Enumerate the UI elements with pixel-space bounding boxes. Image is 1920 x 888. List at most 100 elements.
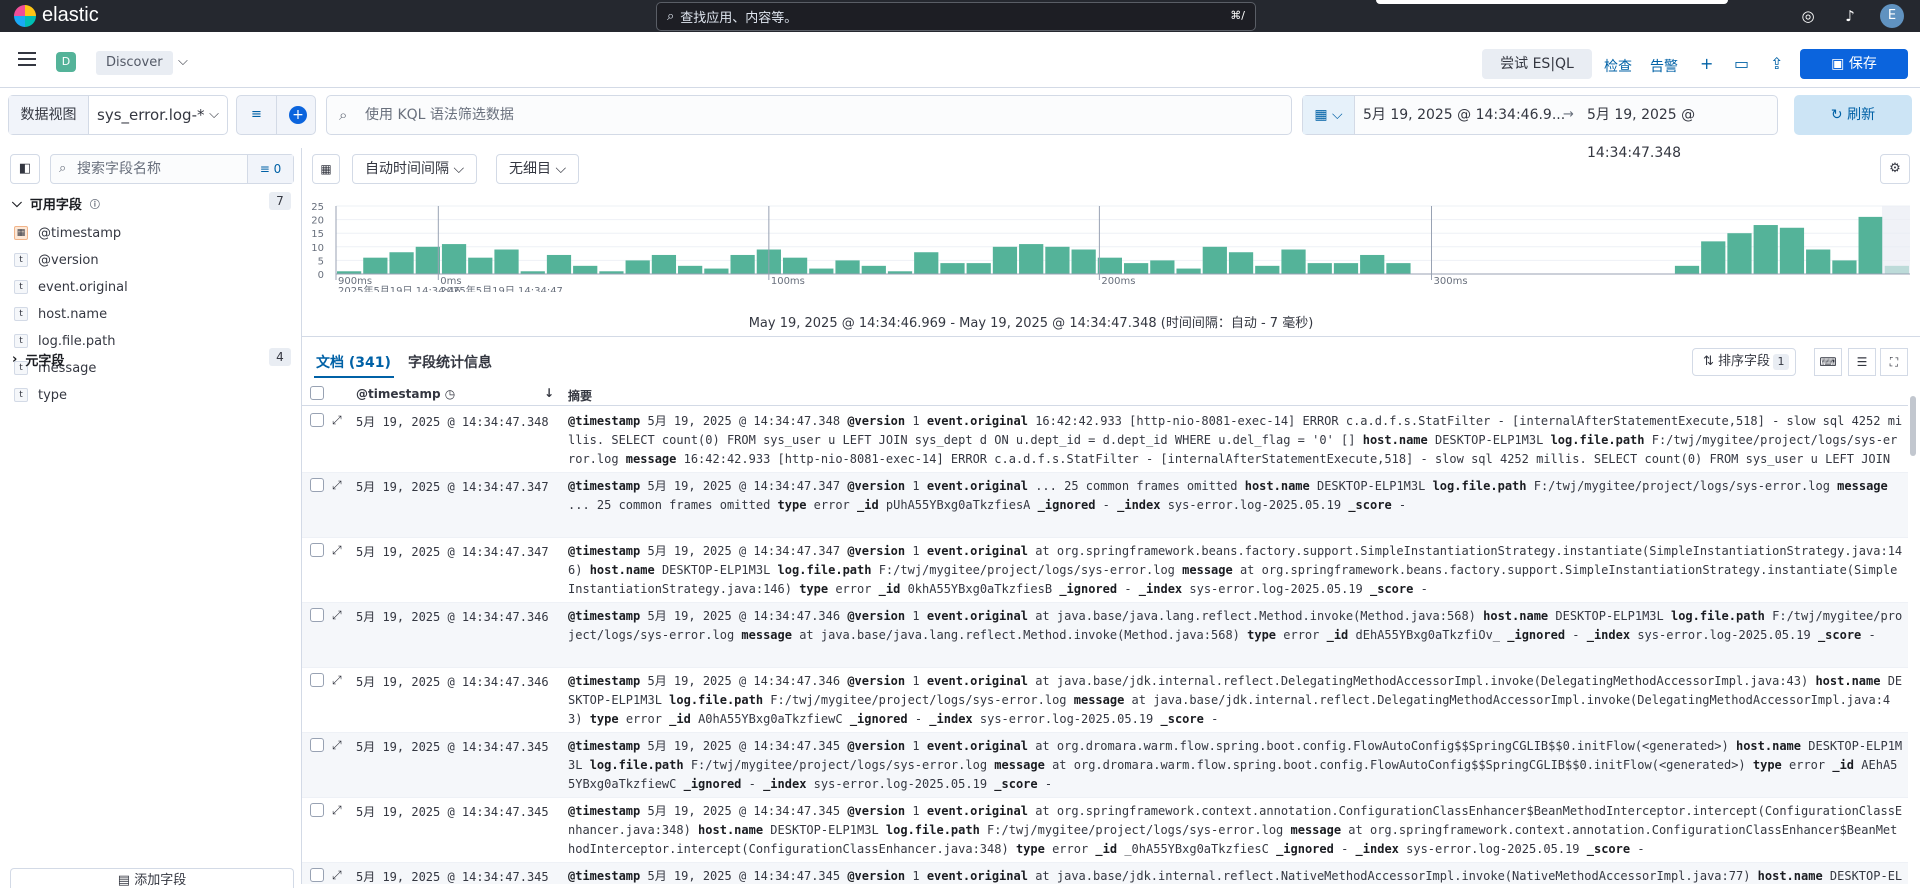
histogram-bar[interactable] (940, 263, 965, 274)
expand-row-icon[interactable]: ⤢ (332, 803, 342, 818)
kql-input[interactable] (365, 96, 1265, 134)
histogram-bar[interactable] (651, 254, 677, 274)
histogram-bar[interactable] (1019, 244, 1044, 274)
add-filter-icon[interactable]: + (289, 106, 307, 124)
calendar-icon[interactable]: ▦ ⌵ (1303, 96, 1355, 134)
histogram-bar[interactable] (1333, 263, 1359, 274)
row-checkbox[interactable] (310, 868, 324, 882)
breakdown-select[interactable]: 无细目 ⌵ (496, 154, 580, 184)
histogram-bar[interactable] (1307, 263, 1332, 274)
add-field-button[interactable]: ▤ 添加字段 (10, 868, 294, 888)
expand-row-icon[interactable]: ⤢ (332, 478, 342, 493)
space-avatar[interactable]: D (56, 52, 76, 72)
row-checkbox[interactable] (310, 803, 324, 817)
histogram-bar[interactable] (1045, 246, 1070, 274)
expand-row-icon[interactable]: ⤢ (332, 868, 342, 883)
field-item[interactable]: ▦ @timestamp (14, 222, 121, 244)
display-settings-icon[interactable]: ☰ (1848, 348, 1876, 376)
new-icon[interactable]: + (1700, 54, 1713, 73)
tab-field-statistics[interactable]: 字段统计信息 (408, 352, 492, 372)
table-row[interactable]: ⤢ 5月 19, 2025 @ 14:34:47.345 @timestamp 5月… (302, 733, 1908, 798)
refresh-button[interactable]: ↻ 刷新 (1794, 95, 1912, 135)
share-icon[interactable]: ⇪ (1770, 54, 1783, 73)
histogram-bar[interactable] (1753, 225, 1778, 274)
histogram-bar[interactable] (1832, 260, 1857, 274)
field-item[interactable]: t type (14, 384, 67, 406)
row-checkbox[interactable] (310, 608, 324, 622)
histogram-bar[interactable] (861, 265, 886, 274)
elastic-logo[interactable]: elastic (14, 4, 99, 27)
histogram-bar[interactable] (1360, 254, 1385, 274)
tab-documents[interactable]: 文档 (341) (316, 352, 391, 372)
interval-select[interactable]: 自动时间间隔 ⌵ (352, 154, 478, 184)
select-all-checkbox[interactable] (310, 386, 324, 400)
row-checkbox[interactable] (310, 673, 324, 687)
expand-row-icon[interactable]: ⤢ (332, 413, 342, 428)
date-range-picker[interactable]: ▦ ⌵ 5月 19, 2025 @ 14:34:46.9... → 5月 19,… (1302, 95, 1778, 161)
save-button[interactable]: ▣ 保存 (1800, 49, 1908, 79)
histogram-bar[interactable] (1255, 265, 1280, 274)
histogram-bar[interactable] (1386, 263, 1411, 274)
grid-scrollbar[interactable] (1910, 396, 1916, 456)
user-avatar[interactable]: E (1880, 4, 1904, 28)
row-checkbox[interactable] (310, 413, 324, 427)
histogram-bar[interactable] (1727, 233, 1752, 274)
histogram-bar[interactable] (809, 268, 834, 274)
histogram-bar[interactable] (1176, 268, 1201, 274)
inspect-button[interactable]: 检查 (1604, 56, 1632, 76)
histogram-bar[interactable] (966, 263, 991, 274)
meta-fields-header[interactable]: › 元字段 (12, 350, 64, 369)
histogram-bar[interactable] (1202, 246, 1227, 274)
table-row[interactable]: ⤢ 5月 19, 2025 @ 14:34:47.346 @timestamp 5月… (302, 603, 1908, 668)
histogram-bar[interactable] (1779, 227, 1805, 274)
notifications-icon[interactable]: ♪ (1840, 6, 1860, 26)
table-row[interactable]: ⤢ 5月 19, 2025 @ 14:34:47.347 @timestamp 5月… (302, 473, 1908, 538)
menu-toggle-icon[interactable] (18, 52, 36, 66)
field-filter-button[interactable]: ≡ 0 (247, 155, 293, 183)
row-checkbox[interactable] (310, 478, 324, 492)
fullscreen-icon[interactable]: ⛶ (1880, 348, 1908, 376)
histogram-bar[interactable] (730, 254, 755, 274)
histogram-bar[interactable] (992, 246, 1018, 274)
histogram-bar[interactable] (363, 257, 388, 274)
chart-options-icon[interactable]: ▦ (312, 154, 340, 184)
field-item[interactable]: t log.file.path (14, 330, 115, 352)
histogram-bar[interactable] (1674, 265, 1700, 274)
histogram-bar[interactable] (678, 265, 703, 274)
histogram-bar[interactable] (625, 260, 650, 274)
histogram-bar[interactable] (835, 260, 860, 274)
field-item[interactable]: t host.name (14, 303, 107, 325)
expand-row-icon[interactable]: ⤢ (332, 543, 342, 558)
time-start[interactable]: 5月 19, 2025 @ 14:34:46.9... (1363, 96, 1565, 134)
collapse-sidebar-icon[interactable]: ◧ (10, 154, 40, 184)
expand-row-icon[interactable]: ⤢ (332, 673, 342, 688)
expand-row-icon[interactable]: ⤢ (332, 738, 342, 753)
histogram-bar[interactable] (1150, 260, 1175, 274)
expand-row-icon[interactable]: ⤢ (332, 608, 342, 623)
histogram-bar[interactable] (1097, 257, 1122, 274)
global-search[interactable]: ⌕ 查找应用、内容等。 ⌘/ (656, 2, 1256, 31)
histogram-bar[interactable] (1071, 249, 1096, 274)
histogram-bar[interactable] (573, 265, 598, 274)
histogram-bar[interactable] (914, 252, 939, 274)
data-view-value[interactable]: sys_error.log-* (97, 96, 205, 134)
histogram-bar[interactable] (704, 268, 729, 274)
histogram-bar[interactable] (389, 252, 414, 274)
open-folder-icon[interactable]: ▭ (1734, 54, 1749, 73)
field-search[interactable]: ⌕ ≡ 0 (50, 154, 294, 184)
histogram-bar[interactable] (468, 257, 493, 274)
histogram-bar[interactable] (1228, 252, 1254, 274)
histogram-chart[interactable]: 2520151050900ms2025年5月19日 14:34:460ms202… (302, 192, 1920, 292)
alerts-button[interactable]: 告警 (1650, 56, 1678, 76)
try-esql-button[interactable]: 尝试 ES|QL (1482, 49, 1592, 79)
table-row[interactable]: ⤢ 5月 19, 2025 @ 14:34:47.346 @timestamp 5月… (302, 668, 1908, 733)
table-row[interactable]: ⤢ 5月 19, 2025 @ 14:34:47.345 @timestamp 5月… (302, 863, 1908, 884)
histogram-bar[interactable] (1858, 216, 1883, 274)
column-timestamp[interactable]: @timestamp ◷ (356, 387, 455, 401)
histogram-bar[interactable] (546, 254, 572, 274)
available-fields-header[interactable]: ⌵ 可用字段 ⓘ (12, 194, 100, 213)
table-row[interactable]: ⤢ 5月 19, 2025 @ 14:34:47.348 @timestamp 5月… (302, 408, 1908, 473)
histogram-bar[interactable] (441, 244, 467, 274)
chart-settings-icon[interactable]: ⚙ (1880, 154, 1910, 184)
chevron-down-icon[interactable]: ⌵ (178, 54, 188, 69)
